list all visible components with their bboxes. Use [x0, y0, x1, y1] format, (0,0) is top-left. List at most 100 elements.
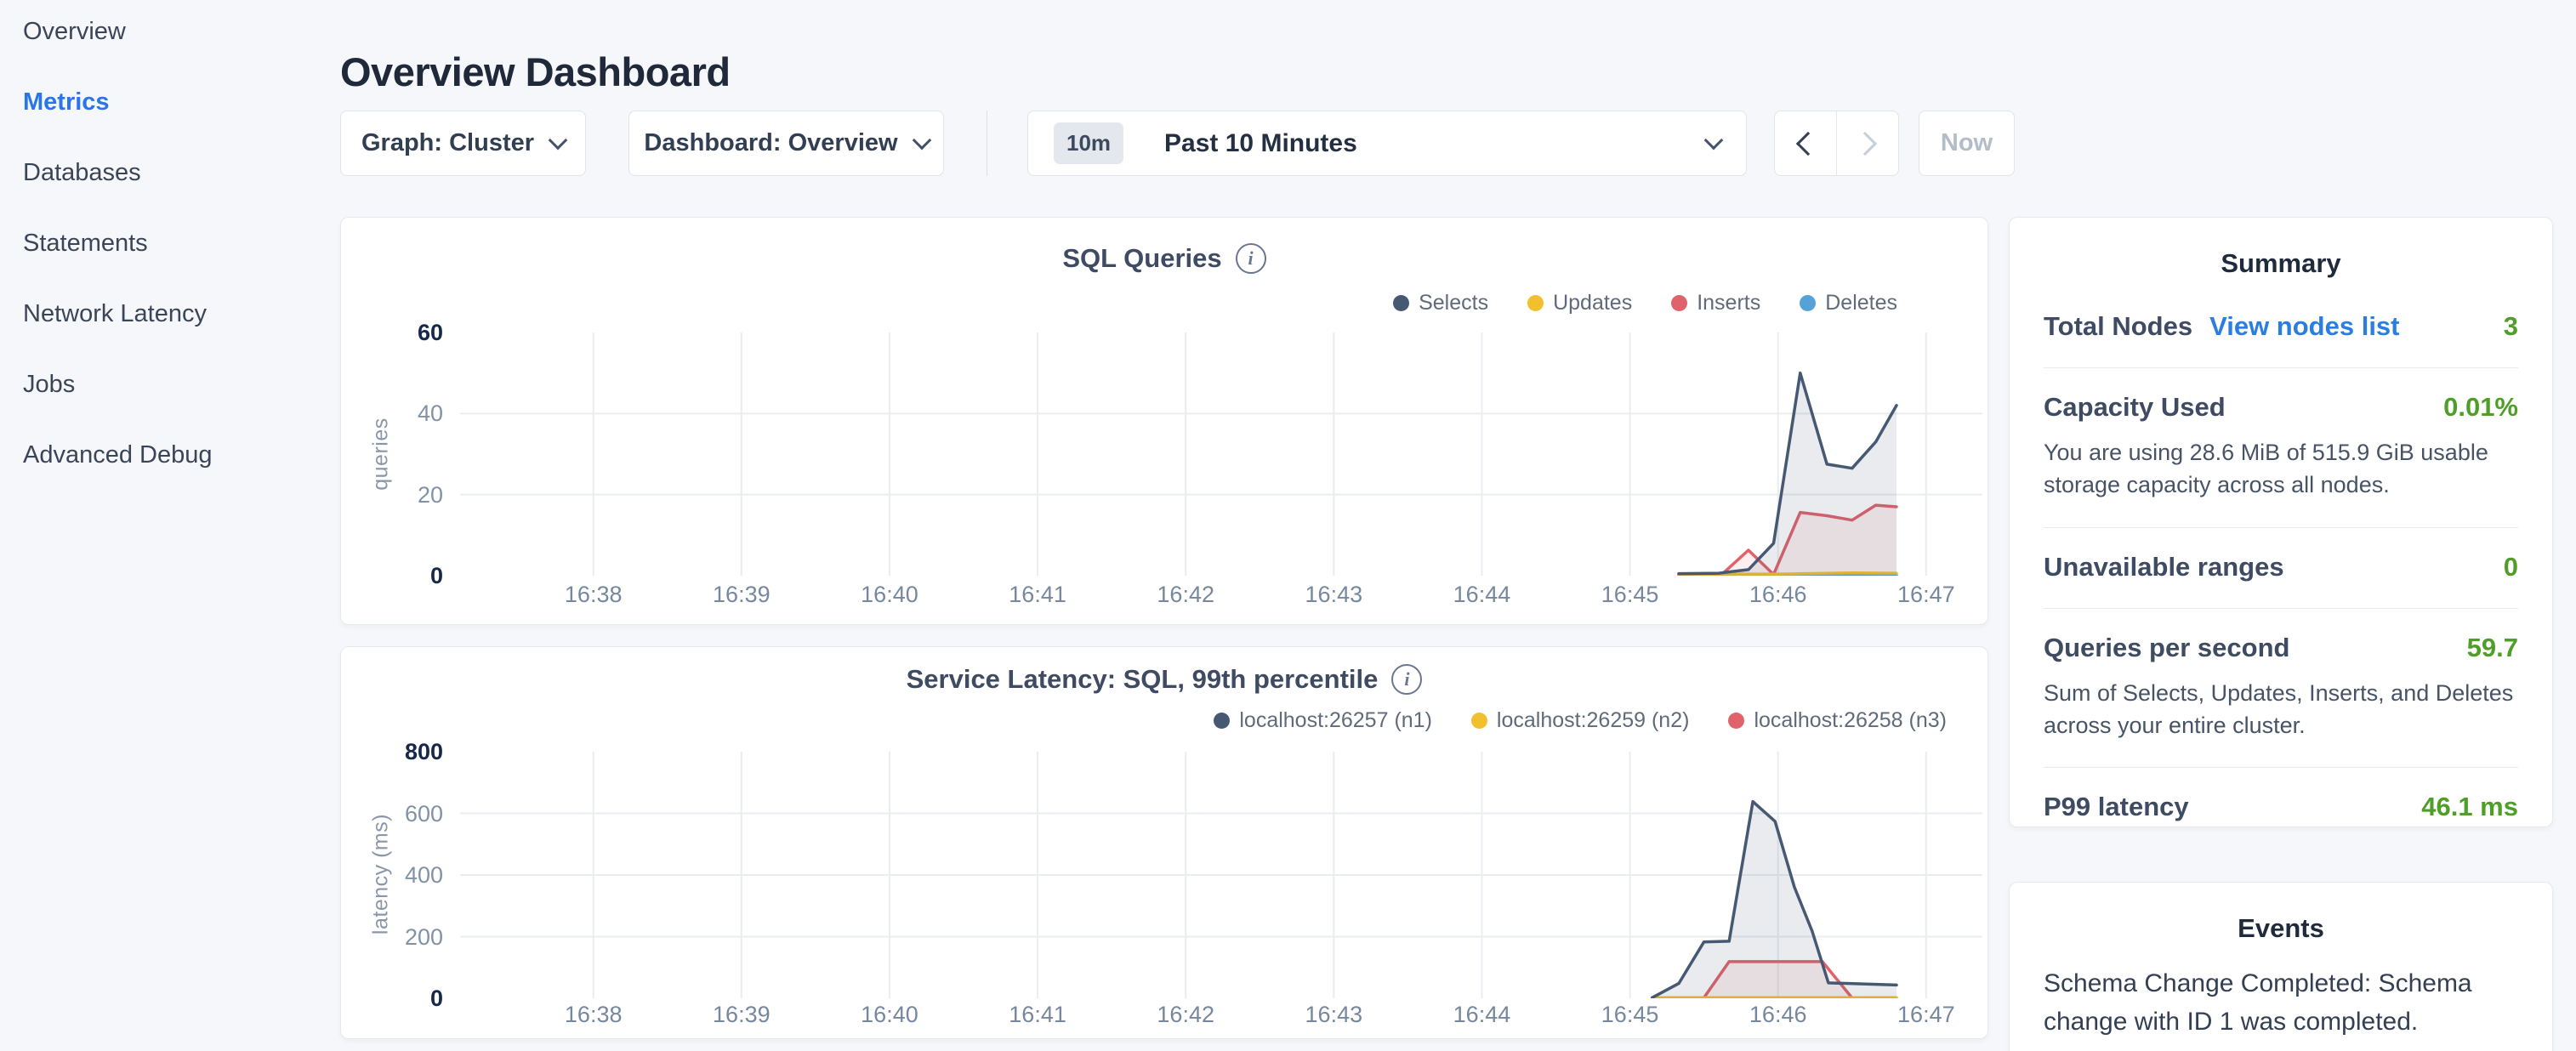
x-tick-label: 16:40	[830, 582, 949, 608]
x-tick-label: 16:38	[534, 1002, 653, 1028]
sidebar-item-jobs[interactable]: Jobs	[23, 371, 213, 399]
y-tick-label: 0	[333, 984, 443, 1013]
chart-plot-area[interactable]	[460, 332, 1982, 576]
x-tick-label: 16:44	[1422, 1002, 1541, 1028]
sidebar-item-advanced-debug[interactable]: Advanced Debug	[23, 441, 213, 469]
time-step-buttons	[1774, 111, 1899, 176]
summary-panel: Summary Total Nodes View nodes list 3 Ca…	[2009, 217, 2553, 827]
sidebar-item-overview[interactable]: Overview	[23, 18, 213, 46]
page-title: Overview Dashboard	[340, 48, 731, 95]
event-message: Schema Change Completed: Schema change w…	[2010, 964, 2552, 1041]
summary-row-value: 59.7	[2467, 633, 2518, 663]
y-tick-label: 0	[333, 561, 443, 590]
now-button-disabled: Now	[1919, 111, 2015, 176]
legend-item: Updates	[1527, 291, 1632, 315]
x-tick-label: 16:39	[682, 582, 801, 608]
legend-dot-icon	[1471, 713, 1487, 729]
time-step-back-button[interactable]	[1775, 111, 1836, 175]
sidebar-item-metrics[interactable]: Metrics	[23, 88, 213, 116]
summary-row-total-nodes: Total Nodes View nodes list 3	[2044, 287, 2518, 368]
x-tick-label: 16:38	[534, 582, 653, 608]
legend-item: localhost:26257 (n1)	[1214, 708, 1432, 733]
time-range-badge: 10m	[1054, 122, 1123, 164]
summary-row-value: 0.01%	[2443, 392, 2518, 423]
summary-row-value: 3	[2504, 311, 2518, 342]
summary-row-value: 46.1 ms	[2421, 792, 2518, 822]
chart-title: Service Latency: SQL, 99th percentile	[907, 664, 1379, 695]
y-tick-label: 400	[333, 861, 443, 889]
y-tick-label: 600	[333, 799, 443, 828]
x-tick-label: 16:41	[978, 1002, 1097, 1028]
chevron-down-icon	[1704, 130, 1724, 150]
chart-title-row: SQL Queries i	[341, 243, 1987, 274]
x-tick-label: 16:42	[1126, 1002, 1245, 1028]
summary-row-label: Total Nodes	[2044, 311, 2192, 342]
time-step-forward-button-disabled	[1836, 111, 1898, 175]
legend-dot-icon	[1800, 295, 1816, 311]
summary-row-value: 0	[2504, 552, 2518, 582]
legend-dot-icon	[1671, 295, 1687, 311]
legend-item: localhost:26258 (n3)	[1728, 708, 1947, 733]
x-tick-label: 16:40	[830, 1002, 949, 1028]
legend-dot-icon	[1393, 295, 1409, 311]
service-latency-chart-card: Service Latency: SQL, 99th percentile i …	[340, 646, 1988, 1039]
graph-scope-dropdown-label: Graph: Cluster	[361, 129, 534, 157]
dashboard-dropdown[interactable]: Dashboard: Overview	[628, 111, 944, 176]
summary-row-label: Unavailable ranges	[2044, 552, 2284, 582]
y-tick-label: 40	[333, 399, 443, 428]
sidebar-nav: Overview Metrics Databases Statements Ne…	[23, 18, 213, 469]
summary-row-label: P99 latency	[2044, 792, 2189, 822]
time-range-dropdown[interactable]: 10m Past 10 Minutes	[1027, 111, 1747, 176]
legend-item: Selects	[1393, 291, 1488, 315]
events-title: Events	[2010, 913, 2552, 944]
sidebar-item-network-latency[interactable]: Network Latency	[23, 300, 213, 328]
info-icon[interactable]: i	[1391, 664, 1422, 695]
x-tick-label: 16:43	[1274, 1002, 1393, 1028]
chevron-down-icon	[549, 130, 568, 150]
x-tick-label: 16:45	[1571, 582, 1690, 608]
y-tick-label: 60	[333, 318, 443, 347]
legend-dot-icon	[1728, 713, 1744, 729]
chart-title-row: Service Latency: SQL, 99th percentile i	[341, 664, 1987, 695]
summary-row-description: Sum of Selects, Updates, Inserts, and De…	[2044, 677, 2518, 742]
summary-row-label: Capacity Used	[2044, 392, 2226, 423]
summary-row-capacity-used: Capacity Used 0.01% You are using 28.6 M…	[2044, 368, 2518, 528]
legend-item: Deletes	[1800, 291, 1897, 315]
sidebar-item-databases[interactable]: Databases	[23, 159, 213, 187]
x-tick-label: 16:44	[1422, 582, 1541, 608]
summary-row-unavailable-ranges: Unavailable ranges 0	[2044, 528, 2518, 609]
summary-row-p99-latency: P99 latency 46.1 ms	[2044, 768, 2518, 848]
x-tick-label: 16:41	[978, 582, 1097, 608]
sidebar-item-statements[interactable]: Statements	[23, 230, 213, 258]
summary-row-queries-per-second: Queries per second 59.7 Sum of Selects, …	[2044, 609, 2518, 769]
y-tick-label: 800	[333, 737, 443, 766]
x-tick-label: 16:42	[1126, 582, 1245, 608]
legend-item: localhost:26259 (n2)	[1471, 708, 1690, 733]
x-tick-label: 16:46	[1719, 582, 1838, 608]
view-nodes-list-link[interactable]: View nodes list	[2209, 311, 2399, 342]
y-tick-label: 200	[333, 923, 443, 952]
info-icon[interactable]: i	[1236, 243, 1266, 274]
legend-dot-icon	[1214, 713, 1230, 729]
chevron-right-icon	[1853, 131, 1877, 155]
chart-legend: Selects Updates Inserts Deletes	[1393, 291, 1897, 315]
x-tick-label: 16:45	[1571, 1002, 1690, 1028]
metrics-dashboard-page: Overview Metrics Databases Statements Ne…	[0, 0, 2576, 1051]
legend-dot-icon	[1527, 295, 1544, 311]
chart-plot-area[interactable]	[460, 752, 1982, 998]
summary-title: Summary	[2010, 248, 2552, 279]
summary-row-description: You are using 28.6 MiB of 515.9 GiB usab…	[2044, 436, 2518, 502]
x-tick-label: 16:43	[1274, 582, 1393, 608]
x-tick-label: 16:46	[1719, 1002, 1838, 1028]
x-tick-label: 16:47	[1867, 1002, 1986, 1028]
graph-scope-dropdown[interactable]: Graph: Cluster	[340, 111, 586, 176]
dashboard-dropdown-label: Dashboard: Overview	[644, 129, 897, 157]
x-tick-label: 16:39	[682, 1002, 801, 1028]
summary-body: Total Nodes View nodes list 3 Capacity U…	[2010, 287, 2552, 848]
chart-legend: localhost:26257 (n1) localhost:26259 (n2)…	[1214, 708, 1947, 733]
y-tick-label: 20	[333, 480, 443, 509]
summary-row-label: Queries per second	[2044, 633, 2289, 663]
time-range-value: Past 10 Minutes	[1164, 129, 1357, 158]
x-tick-label: 16:47	[1867, 582, 1986, 608]
legend-item: Inserts	[1671, 291, 1760, 315]
